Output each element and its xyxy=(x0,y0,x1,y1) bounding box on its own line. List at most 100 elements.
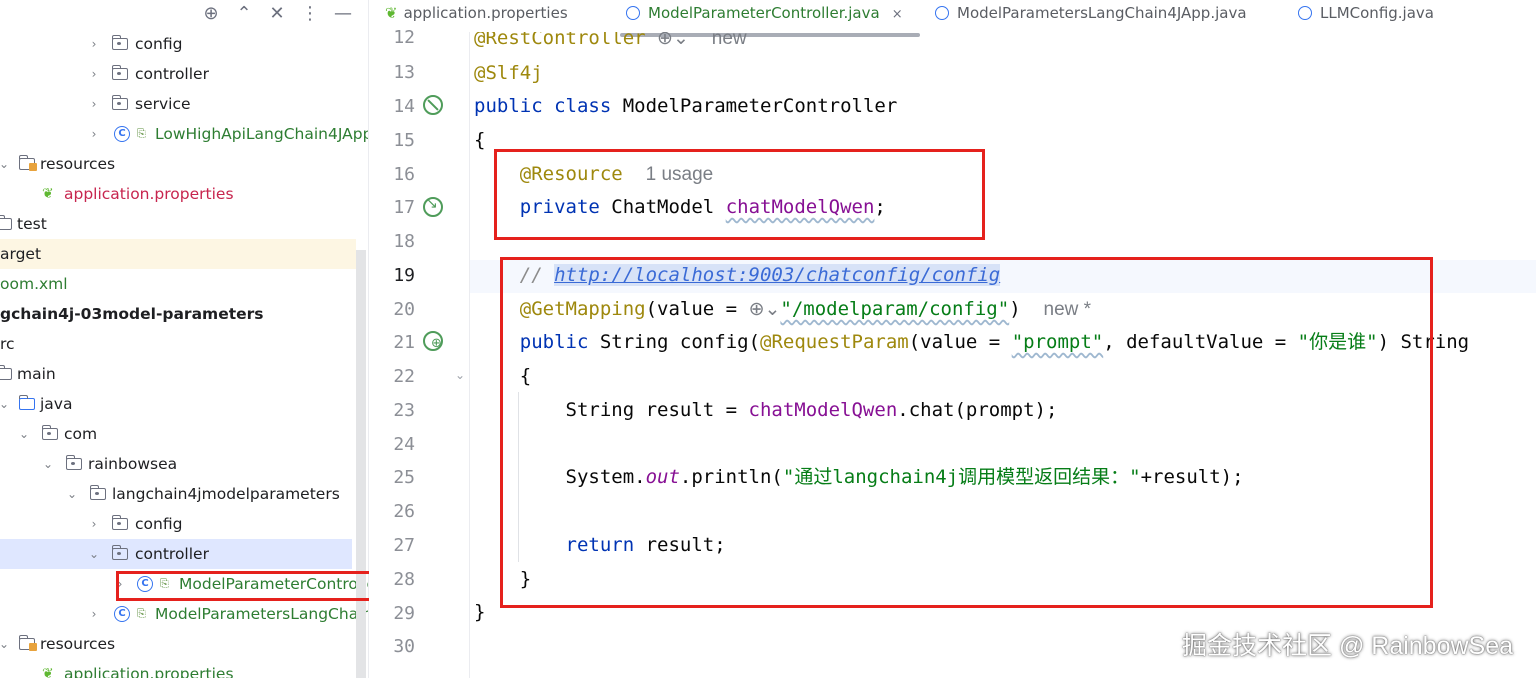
chevron-down-icon[interactable]: ⌄ xyxy=(42,449,54,479)
tree-item-label: com xyxy=(64,425,98,443)
tree-item-main[interactable]: main xyxy=(0,359,352,389)
tree-item-src[interactable]: rc xyxy=(0,329,352,359)
tree-item-model-parameters-app[interactable]: › C ⎘ ModelParametersLangChain4 xyxy=(0,599,368,629)
locate-icon[interactable]: ⊕ xyxy=(199,3,223,25)
tree-item-label: main xyxy=(17,365,56,383)
annotation-box-tree xyxy=(116,571,406,601)
tree-item-service[interactable]: › service xyxy=(0,89,352,119)
line-number: 25 xyxy=(393,467,415,488)
tree-item-application-properties[interactable]: ❦ application.properties xyxy=(0,179,352,209)
class-icon xyxy=(1298,6,1312,20)
package-icon xyxy=(111,65,128,80)
line-number: 18 xyxy=(393,231,415,252)
line-number: 24 xyxy=(393,434,415,455)
tree-item-java[interactable]: ⌄ java xyxy=(0,389,352,419)
tree-item-label: rainbowsea xyxy=(88,455,178,473)
spring-class-icon: C xyxy=(114,606,130,622)
tree-item-lowhighapi-app[interactable]: › C ⎘ LowHighApiLangChain4JApp xyxy=(0,119,368,149)
chevron-right-icon[interactable]: › xyxy=(88,509,100,539)
tree-item-label: rc xyxy=(0,335,15,353)
tree-item-label: controller xyxy=(135,545,209,563)
collapse-all-icon[interactable]: ✕ xyxy=(265,3,289,25)
line-number: 28 xyxy=(393,569,415,590)
package-icon xyxy=(111,515,128,530)
line-number: 22 xyxy=(393,366,415,387)
tree-item-langchain4jmodelparameters[interactable]: ⌄ langchain4jmodelparameters xyxy=(0,479,352,509)
package-icon xyxy=(111,545,128,560)
tree-item-label: config xyxy=(135,515,183,533)
line-number: 21 xyxy=(393,332,415,353)
expand-all-icon[interactable]: ⌃ xyxy=(232,3,256,25)
properties-leaf-icon: ❦ xyxy=(42,186,54,202)
endpoint-globe-icon[interactable] xyxy=(423,331,443,351)
tab-label: ModelParametersLangChain4JApp.java xyxy=(957,4,1247,22)
tree-item-resources[interactable]: ⌄ resources xyxy=(0,149,352,179)
line-number: 29 xyxy=(393,603,415,624)
tree-item-test[interactable]: test xyxy=(0,209,352,239)
tree-item-label: resources xyxy=(40,635,116,653)
tree-item-label: java xyxy=(40,395,73,413)
chevron-right-icon[interactable]: › xyxy=(88,89,100,119)
tree-item-label: resources xyxy=(40,155,116,173)
line-number: 26 xyxy=(393,501,415,522)
tab-llmconfig[interactable]: LLMConfig.java xyxy=(1298,0,1434,32)
chevron-down-icon[interactable]: ⌄ xyxy=(0,149,10,179)
chevron-right-icon[interactable]: › xyxy=(88,59,100,89)
tree-item-label: application.properties xyxy=(64,185,234,203)
close-icon[interactable]: × xyxy=(892,7,903,22)
tree-item-pom-xml[interactable]: oom.xml xyxy=(0,269,352,299)
tree-item-resources[interactable]: ⌄ resources xyxy=(0,629,352,659)
line-number: 27 xyxy=(393,535,415,556)
line-number: 15 xyxy=(393,130,415,151)
package-icon xyxy=(111,35,128,50)
link-icon: ⎘ xyxy=(137,607,146,620)
tree-item-config[interactable]: › config xyxy=(0,29,352,59)
code-line-12: @RestController ⊕⌄ new xyxy=(474,32,747,55)
tree-item-module[interactable]: gchain4j-03model-parameters xyxy=(0,299,352,329)
fold-chevron-icon[interactable]: ⌄ xyxy=(455,368,465,382)
more-icon[interactable]: ⋮ xyxy=(298,3,322,25)
tree-item-config[interactable]: › config xyxy=(0,509,352,539)
tree-item-com[interactable]: ⌄ com xyxy=(0,419,352,449)
tree-item-application-properties[interactable]: ❦ application.properties xyxy=(0,659,352,678)
line-number: 14 xyxy=(393,96,415,117)
tree-item-label: arget xyxy=(0,245,42,263)
class-icon xyxy=(626,6,640,20)
class-icon xyxy=(935,6,949,20)
tab-label: LLMConfig.java xyxy=(1320,4,1434,22)
chevron-right-icon[interactable]: › xyxy=(88,119,100,149)
minimize-icon[interactable]: — xyxy=(331,3,355,25)
tab-model-parameters-app[interactable]: ModelParametersLangChain4JApp.java xyxy=(935,0,1247,32)
package-icon xyxy=(89,485,106,500)
package-icon xyxy=(111,95,128,110)
tree-item-controller[interactable]: › controller xyxy=(0,59,352,89)
chevron-right-icon[interactable]: › xyxy=(88,599,100,629)
source-folder-icon xyxy=(18,395,35,410)
tree-item-label: oom.xml xyxy=(0,275,68,293)
code-line-29: } xyxy=(474,601,486,623)
tree-item-rainbowsea[interactable]: ⌄ rainbowsea xyxy=(0,449,352,479)
code-line-14: public class ModelParameterController xyxy=(474,95,898,117)
chevron-down-icon[interactable]: ⌄ xyxy=(88,539,100,569)
tree-item-label: service xyxy=(135,95,191,113)
tree-scrollbar[interactable] xyxy=(356,250,366,678)
watermark: 掘金技术社区 @ RainbowSea xyxy=(1182,632,1514,660)
annotation-box-method xyxy=(500,257,1433,608)
properties-leaf-icon: ❦ xyxy=(42,666,54,678)
spring-bean-icon[interactable] xyxy=(423,95,443,115)
chevron-down-icon[interactable]: ⌄ xyxy=(0,389,10,419)
globe-icon: ⊕⌄ xyxy=(657,32,689,49)
tab-model-parameter-controller[interactable]: ModelParameterController.java × xyxy=(626,0,903,32)
chevron-down-icon[interactable]: ⌄ xyxy=(18,419,30,449)
resources-badge-icon xyxy=(29,163,37,171)
chevron-right-icon[interactable]: › xyxy=(88,29,100,59)
editor-gutter: 12 13 14 15 16 17 18 19 20 21 22 23 24 2… xyxy=(369,27,470,678)
tree-item-label: config xyxy=(135,35,183,53)
tree-item-target[interactable]: arget xyxy=(0,239,356,269)
navigate-to-bean-icon[interactable] xyxy=(423,196,443,217)
tree-item-controller-selected[interactable]: ⌄ controller xyxy=(0,539,352,569)
code-line-13: @Slf4j xyxy=(474,62,543,84)
chevron-down-icon[interactable]: ⌄ xyxy=(66,479,78,509)
chevron-down-icon[interactable]: ⌄ xyxy=(0,629,10,659)
annotation-box-resource xyxy=(494,149,985,240)
